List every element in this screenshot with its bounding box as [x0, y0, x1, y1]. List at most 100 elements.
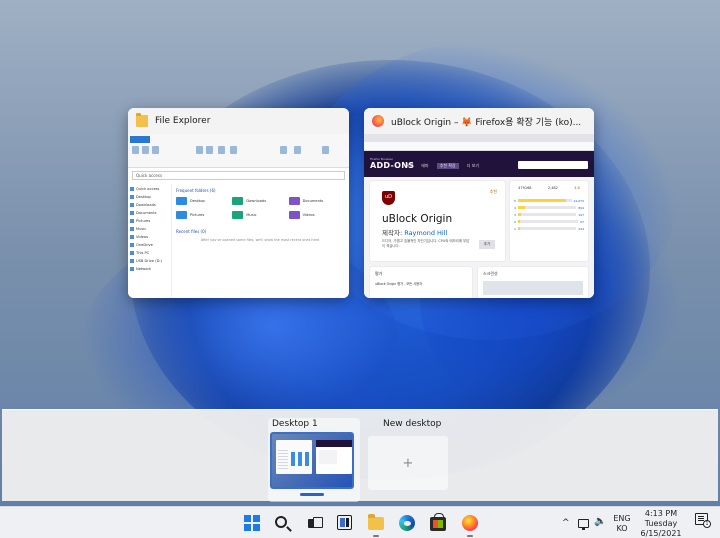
window-title: File Explorer — [155, 116, 211, 126]
chevron-up-icon[interactable]: ^ — [562, 518, 570, 528]
taskview-window-file-explorer[interactable]: File Explorer Quick access Quick access … — [128, 108, 349, 298]
clock[interactable]: 4:13 PM Tuesday 6/15/2021 — [636, 509, 686, 538]
file-explorer-icon[interactable] — [368, 514, 384, 530]
active-desktop-indicator — [300, 493, 324, 496]
addon-name: uBlock Origin — [382, 213, 453, 225]
addon-author: 제작자: Raymond Hill — [382, 229, 448, 237]
start-button[interactable] — [244, 515, 260, 531]
video-icon — [130, 234, 134, 239]
download-icon — [130, 202, 134, 207]
nav-item: Desktop — [130, 193, 169, 200]
section-heading: 평가 — [375, 271, 383, 276]
running-indicator — [373, 535, 379, 537]
picture-icon — [130, 218, 134, 223]
plus-icon: + — [402, 455, 414, 471]
browser-tabstrip — [364, 134, 594, 142]
folder-icon — [232, 197, 244, 205]
ribbon-button-icon — [142, 146, 149, 154]
addon-section-card: 평가 uBlock Origin 평가 - 모든 사용자 — [370, 267, 472, 298]
firefox-icon — [372, 115, 384, 127]
widgets-icon[interactable] — [337, 515, 352, 530]
window-titlebar: File Explorer — [128, 108, 349, 134]
drive-icon — [130, 258, 134, 263]
rating-row: 2 97 — [514, 219, 584, 224]
notification-count-badge: 1 — [703, 520, 711, 528]
windows-logo-icon — [244, 515, 251, 522]
ribbon-button-icon — [230, 146, 237, 154]
recommended-badge: 추천 — [489, 189, 497, 194]
search-icon[interactable] — [275, 516, 287, 528]
navigation-pane: Quick access Desktop Downloads Documents… — [128, 184, 172, 298]
computer-icon — [130, 250, 134, 255]
new-desktop-label[interactable]: New desktop — [383, 419, 441, 429]
folder-icon — [288, 211, 300, 219]
task-view-icon[interactable] — [306, 515, 323, 531]
taskbar: ^ 🔈 ENG KO 4:13 PM Tuesday 6/15/2021 — [0, 506, 720, 538]
ublock-logo-icon: uD — [382, 191, 395, 205]
folder-tile: Music — [232, 211, 288, 219]
desktop-1-thumbnail[interactable] — [270, 432, 354, 489]
ribbon-button-icon — [206, 146, 213, 154]
addon-screenshots-card: 스크린샷 — [478, 267, 588, 298]
folder-tile: Pictures — [176, 211, 232, 219]
folder-icon — [136, 113, 148, 127]
window-thumbnail: Quick access Quick access Desktop Downlo… — [128, 134, 349, 298]
browser-urlbar — [364, 142, 594, 151]
nav-item: Downloads — [130, 201, 169, 208]
edge-icon[interactable] — [399, 515, 415, 531]
ribbon-button-icon — [322, 146, 329, 154]
desktop-1-label[interactable]: Desktop 1 — [272, 419, 318, 429]
folder-icon — [176, 211, 187, 219]
nav-item: Quick access — [130, 185, 169, 192]
new-desktop-button[interactable]: + — [368, 436, 448, 490]
ribbon-tab-file — [130, 136, 150, 143]
folder-tile: Desktop — [176, 197, 232, 205]
ribbon-button-icon — [218, 146, 225, 154]
volume-icon[interactable]: 🔈 — [594, 516, 606, 527]
address-bar: Quick access — [132, 171, 345, 180]
addon-stats: 479168 2,482 4.8 — [518, 186, 580, 190]
addon-page-body: uD 추천 uBlock Origin 제작자: Raymond Hill 드디… — [364, 177, 594, 298]
mini-window-firefox — [316, 440, 352, 474]
nav-item: Network — [130, 265, 169, 272]
ribbon-button-icon — [196, 146, 203, 154]
recent-files-empty: After you've opened some files, we'll sh… — [200, 238, 321, 242]
nav-item: Music — [130, 225, 169, 232]
network-icon — [130, 266, 134, 271]
addons-nav: 확장 테마 추천 확장 더 보기 — [406, 163, 480, 169]
ribbon-button-icon — [132, 146, 139, 154]
star-icon — [130, 186, 134, 191]
rating-row: 5 12,670 — [514, 198, 584, 203]
rating-bars: 5 12,670 4 894 3 197 2 97 1 244 — [510, 198, 588, 231]
rating-row: 1 244 — [514, 226, 584, 231]
firefox-icon[interactable] — [462, 515, 478, 531]
desktop-icon — [130, 194, 134, 199]
section-text: uBlock Origin 평가 - 모든 사용자 — [375, 282, 423, 286]
nav-item: Videos — [130, 233, 169, 240]
nav-item: Pictures — [130, 217, 169, 224]
network-icon[interactable] — [578, 519, 589, 530]
virtual-desktops-bar — [2, 409, 718, 502]
ribbon-button-icon — [294, 146, 301, 154]
explorer-content: Frequent folders (6) Desktop Downloads D… — [176, 188, 345, 298]
input-language-indicator[interactable]: ENG KO — [612, 514, 632, 534]
document-icon — [130, 210, 134, 215]
folder-icon — [176, 197, 187, 205]
store-icon[interactable] — [430, 513, 446, 531]
folder-grid: Desktop Downloads Documents Pictures Mus… — [176, 197, 345, 219]
ribbon-button-icon — [280, 146, 287, 154]
addons-search-input — [518, 161, 588, 169]
folder-icon — [232, 211, 244, 219]
music-icon — [130, 226, 134, 231]
taskview-window-firefox[interactable]: uBlock Origin – 🦊 Firefox용 확장 기능 (ko)...… — [364, 108, 594, 298]
nav-item: Documents — [130, 209, 169, 216]
folder-tile: Videos — [288, 211, 345, 219]
frequent-folders-header: Frequent folders (6) — [176, 188, 216, 193]
mini-window-explorer — [276, 440, 312, 474]
explorer-ribbon — [128, 134, 349, 168]
nav-item: OneDrive — [130, 241, 169, 248]
nav-item: USB Drive (D:) — [130, 257, 169, 264]
rating-row: 3 197 — [514, 212, 584, 217]
screenshot-thumbnail — [483, 281, 583, 295]
addon-ratings-card: 479168 2,482 4.8 5 12,670 4 894 3 197 2 97 1 24… — [510, 181, 588, 261]
